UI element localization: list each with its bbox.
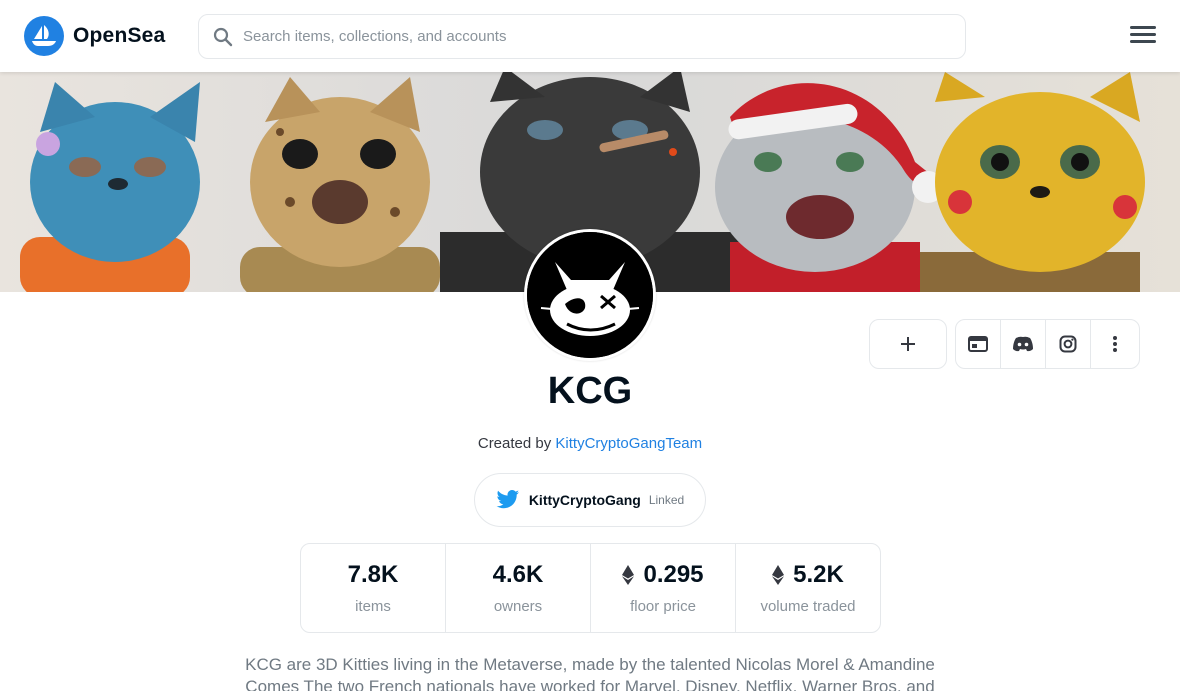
stat-owners-value: 4.6K (492, 561, 544, 588)
stat-owners[interactable]: 4.6K owners (446, 544, 591, 632)
created-by-prefix: Created by (477, 435, 552, 452)
stat-items-label: items (355, 598, 391, 615)
collection-title: KCG (547, 370, 633, 412)
search-input[interactable] (243, 28, 923, 45)
discord-button[interactable] (1001, 320, 1046, 368)
twitter-handle: KittyCryptoGang (528, 492, 641, 508)
opensea-logo-link[interactable]: OpenSea (24, 16, 165, 56)
collection-description: KCG are 3D Kitties living in the Metaver… (245, 655, 935, 691)
search-bar[interactable] (198, 14, 966, 59)
discord-icon (1013, 336, 1033, 352)
created-by-line: Created by KittyCryptoGangTeam (0, 435, 1180, 452)
creator-link[interactable]: KittyCryptoGangTeam (555, 435, 702, 452)
more-vertical-icon (1113, 336, 1117, 352)
stat-floor-price-value: 0.295 (643, 561, 704, 588)
more-options-button[interactable] (1091, 320, 1139, 368)
collection-avatar (524, 229, 656, 361)
top-navbar: OpenSea (0, 0, 1180, 72)
stat-volume-traded-value: 5.2K (793, 561, 844, 588)
kcg-logo-icon (527, 232, 653, 358)
stat-volume-value-row: 5.2K (772, 561, 844, 589)
stat-items[interactable]: 7.8K items (301, 544, 446, 632)
stat-owners-value-row: 4.6K (493, 561, 544, 589)
website-icon (968, 336, 988, 352)
social-links-group (955, 319, 1140, 369)
twitter-icon (496, 490, 519, 509)
add-to-watchlist-button[interactable] (869, 319, 947, 369)
website-button[interactable] (956, 320, 1001, 368)
opensea-logo-icon (24, 16, 64, 56)
stat-volume-traded[interactable]: 5.2K volume traded (736, 544, 880, 632)
plus-icon (901, 337, 915, 351)
stat-floor-price[interactable]: 0.295 floor price (591, 544, 736, 632)
stat-items-value: 7.8K (347, 561, 399, 588)
search-icon (213, 27, 233, 46)
twitter-account-link[interactable]: KittyCryptoGang Linked (474, 473, 706, 527)
stat-owners-label: owners (493, 598, 543, 615)
brand-name: OpenSea (73, 24, 166, 47)
stat-volume-traded-label: volume traded (760, 598, 856, 615)
instagram-button[interactable] (1046, 320, 1091, 368)
ethereum-icon (772, 565, 785, 585)
hamburger-menu-icon[interactable] (1128, 22, 1158, 50)
stat-floor-price-label: floor price (630, 598, 696, 615)
instagram-icon (1059, 335, 1077, 353)
ethereum-icon (622, 565, 635, 585)
twitter-linked-badge: Linked (648, 493, 685, 507)
stat-floor-value-row: 0.295 (622, 561, 704, 589)
collection-stats: 7.8K items 4.6K owners 0.295 floor price… (300, 543, 881, 633)
stat-items-value-row: 7.8K (348, 561, 399, 589)
